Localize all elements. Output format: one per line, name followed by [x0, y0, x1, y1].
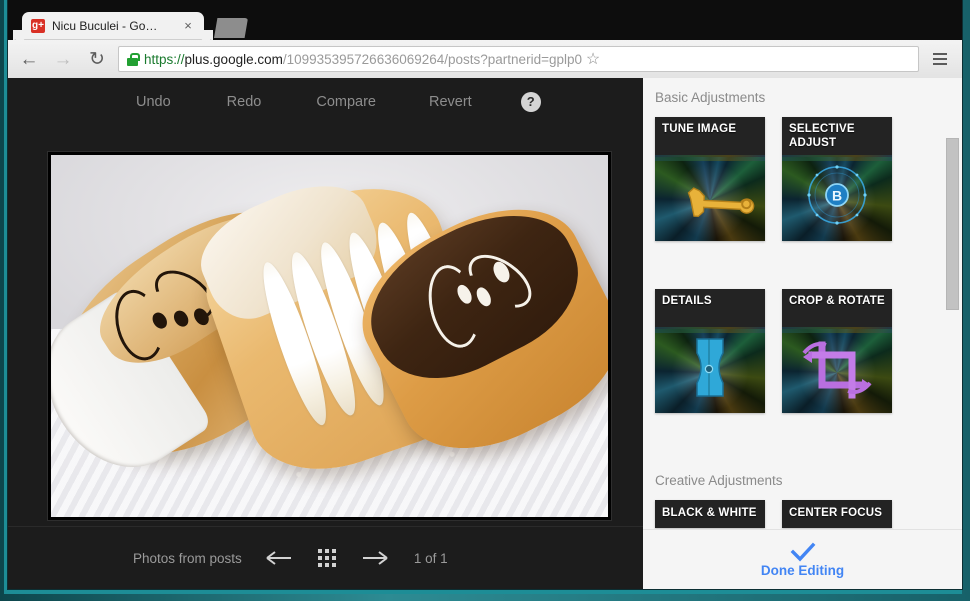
- forward-icon[interactable]: →: [50, 46, 76, 72]
- lock-icon: [127, 52, 140, 66]
- undo-button[interactable]: Undo: [136, 94, 171, 110]
- url-text: https://plus.google.com/1099353957266360…: [144, 52, 582, 67]
- grid-view-icon[interactable]: [316, 547, 338, 569]
- bookmark-star-icon[interactable]: ☆: [582, 48, 604, 70]
- browser-toolbar: ← → ↻ https://plus.google.com/1099353957…: [8, 40, 962, 79]
- tile-label: CENTER FOCUS: [789, 507, 883, 519]
- svg-text:B: B: [832, 188, 842, 204]
- address-bar[interactable]: https://plus.google.com/1099353957266360…: [118, 46, 919, 72]
- page-content: Undo Redo Compare Revert ? Photos from p…: [8, 78, 962, 589]
- tab-strip: g+ Nicu Buculei - Google+ ×: [8, 0, 962, 40]
- creative-adjustments-row-1: BLACK & WHITE CENTER FOCUS: [655, 500, 962, 528]
- redo-button[interactable]: Redo: [227, 94, 262, 110]
- tile-tune-image[interactable]: TUNE IMAGE: [655, 117, 765, 241]
- close-icon[interactable]: ×: [181, 19, 195, 33]
- filmstrip-bar: Photos from posts 1 of 1: [8, 526, 643, 589]
- basic-adjustments-row-2: DETAILS CROP & ROTATE: [655, 289, 962, 413]
- filmstrip-source-label: Photos from posts: [133, 550, 242, 566]
- eclairs-photo: [51, 155, 608, 517]
- browser-tab[interactable]: g+ Nicu Buculei - Google+ ×: [13, 12, 213, 40]
- tile-label: BLACK & WHITE: [662, 507, 757, 519]
- tile-crop-rotate[interactable]: CROP & ROTATE: [782, 289, 892, 413]
- adjustments-panel: Basic Adjustments TUNE IMAGE SELECTIVE A…: [643, 78, 962, 589]
- tile-center-focus[interactable]: CENTER FOCUS: [782, 500, 892, 528]
- selective-dial-icon: B: [807, 165, 867, 225]
- basic-adjustments-row-1: TUNE IMAGE SELECTIVE ADJUST B: [655, 117, 962, 241]
- chrome-browser-window: g+ Nicu Buculei - Google+ × ← → ↻ https:…: [8, 0, 962, 589]
- done-editing-button[interactable]: Done Editing: [643, 529, 962, 589]
- next-photo-icon[interactable]: [360, 546, 390, 570]
- panel-scrollbar-thumb[interactable]: [946, 138, 959, 310]
- section-title-creative-adjustments: Creative Adjustments: [655, 473, 783, 488]
- help-icon[interactable]: ?: [520, 92, 541, 112]
- url-path: /109935395726636069264/posts?partnerid=g…: [282, 51, 582, 67]
- tile-black-and-white[interactable]: BLACK & WHITE: [655, 500, 765, 528]
- reload-icon[interactable]: ↻: [84, 46, 110, 72]
- wrench-icon: [687, 187, 755, 218]
- google-plus-favicon: g+: [31, 19, 45, 33]
- compare-button[interactable]: Compare: [316, 94, 376, 110]
- revert-button[interactable]: Revert: [429, 94, 472, 110]
- photo-counter: 1 of 1: [413, 550, 448, 566]
- url-scheme: https://: [144, 51, 185, 67]
- check-icon: [790, 542, 815, 561]
- previous-photo-icon[interactable]: [264, 546, 294, 570]
- editor-toolbar: Undo Redo Compare Revert ?: [8, 78, 643, 126]
- chrome-menu-button[interactable]: [927, 46, 953, 72]
- adjustments-scroll-area: Basic Adjustments TUNE IMAGE SELECTIVE A…: [643, 78, 962, 530]
- section-title-basic-adjustments: Basic Adjustments: [655, 90, 766, 105]
- tile-label: CROP & ROTATE: [789, 295, 885, 307]
- tile-label: DETAILS: [662, 295, 712, 307]
- tile-selective-adjust[interactable]: SELECTIVE ADJUST B: [782, 117, 892, 241]
- panel-scrollbar[interactable]: [946, 138, 959, 498]
- new-tab-button[interactable]: [214, 18, 248, 38]
- back-icon[interactable]: ←: [16, 46, 42, 72]
- tile-label: TUNE IMAGE: [662, 123, 737, 135]
- tab-title: Nicu Buculei - Google+: [52, 19, 164, 33]
- arrow-left-glyph: [266, 551, 291, 565]
- url-host: plus.google.com: [184, 51, 283, 67]
- photo-editor-canvas: Undo Redo Compare Revert ? Photos from p…: [8, 78, 643, 589]
- arrow-right-glyph: [362, 551, 388, 565]
- done-editing-label: Done Editing: [760, 562, 845, 578]
- photo-frame: [48, 152, 611, 520]
- tile-details[interactable]: DETAILS: [655, 289, 765, 413]
- crop-rotate-icon: [802, 341, 872, 399]
- tile-label: SELECTIVE ADJUST: [789, 123, 855, 149]
- sharpener-icon: [696, 338, 724, 397]
